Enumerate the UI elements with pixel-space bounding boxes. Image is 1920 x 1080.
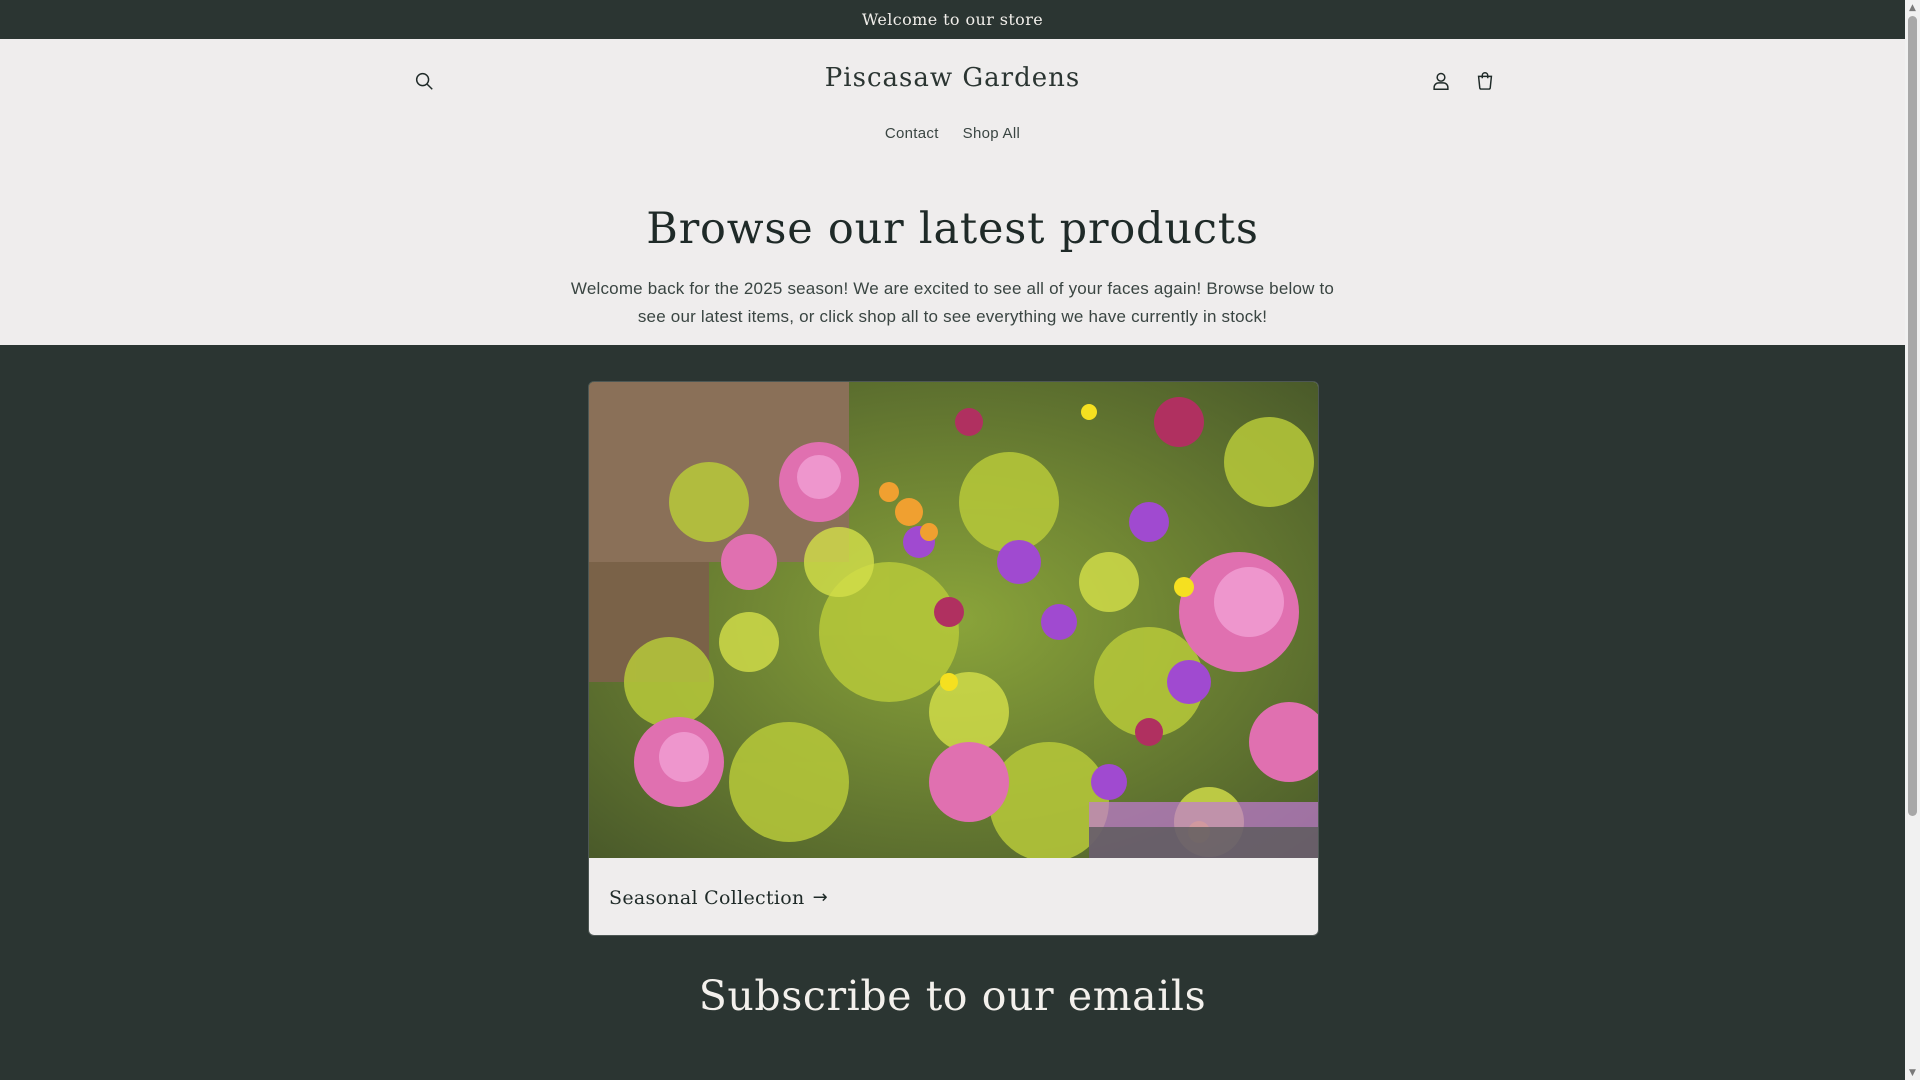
site-header: Piscasaw Gardens Contact Shop All Browse…	[0, 39, 1905, 345]
cart-button[interactable]	[1465, 61, 1505, 101]
nav-link-contact[interactable]: Contact	[885, 123, 939, 144]
page-title: Browse our latest products	[646, 204, 1259, 254]
announcement-bar: Welcome to our store	[0, 0, 1905, 39]
cart-icon	[1477, 72, 1493, 90]
store-logo-link[interactable]: Piscasaw Gardens	[825, 63, 1080, 93]
flower-bouquet-image	[589, 382, 1318, 858]
page: Welcome to our store Piscasaw Gardens Co…	[0, 0, 1905, 1080]
nav-link-shop-all[interactable]: Shop All	[963, 123, 1020, 144]
main-nav: Contact Shop All	[0, 123, 1905, 144]
collection-card[interactable]: Seasonal Collection →	[588, 381, 1319, 936]
arrow-right-icon: →	[812, 887, 828, 908]
scroll-up-arrow-icon[interactable]: ▲	[1905, 0, 1920, 15]
hero-description: Welcome back for the 2025 season! We are…	[570, 279, 1335, 326]
search-button[interactable]	[404, 61, 444, 101]
scrollbar-thumb[interactable]	[1908, 16, 1917, 816]
subscribe-heading: Subscribe to our emails	[698, 972, 1207, 1020]
brand-wrapper: Piscasaw Gardens	[0, 63, 1905, 93]
collection-title[interactable]: Seasonal Collection	[609, 887, 805, 909]
page-scrollbar[interactable]: ▲ ▼	[1905, 0, 1920, 1080]
account-icon	[1433, 72, 1449, 90]
announcement-text: Welcome to our store	[861, 10, 1044, 29]
collection-image	[589, 382, 1318, 858]
account-button[interactable]	[1421, 61, 1461, 101]
collection-card-footer: Seasonal Collection →	[589, 858, 1318, 935]
scroll-down-arrow-icon[interactable]: ▼	[1905, 1065, 1920, 1080]
collection-section: Seasonal Collection → Subscribe to our e…	[0, 345, 1905, 1080]
search-icon	[415, 72, 433, 90]
